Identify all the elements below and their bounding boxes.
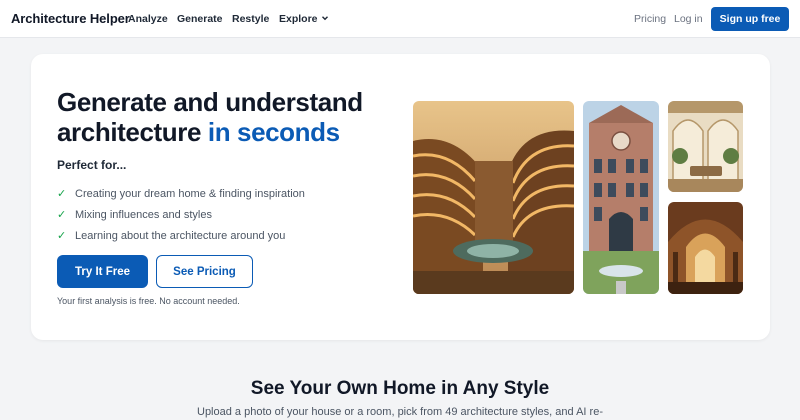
perfect-for-label: Perfect for... bbox=[57, 158, 127, 172]
hero-image-ornate-facade bbox=[583, 101, 659, 294]
nav-link-login[interactable]: Log in bbox=[674, 13, 703, 25]
see-pricing-button[interactable]: See Pricing bbox=[156, 255, 253, 288]
nav-link-analyze[interactable]: Analyze bbox=[128, 13, 168, 25]
benefit-text: Mixing influences and styles bbox=[75, 208, 212, 221]
hero-image-interior-hall bbox=[668, 101, 743, 192]
nav-link-restyle[interactable]: Restyle bbox=[232, 13, 269, 25]
free-analysis-note: Your first analysis is free. No account … bbox=[57, 296, 240, 306]
top-navbar: Architecture Helper Analyze Generate Res… bbox=[0, 0, 800, 38]
hero-headline: Generate and understand architecture in … bbox=[57, 87, 417, 147]
chevron-down-icon bbox=[321, 13, 329, 25]
section-title: See Your Own Home in Any Style bbox=[250, 378, 550, 399]
hero-card: Generate and understand architecture in … bbox=[31, 54, 770, 340]
hero-image-cathedral-interior bbox=[668, 202, 743, 294]
benefit-item: ✓ Learning about the architecture around… bbox=[57, 225, 377, 246]
brand-logo[interactable]: Architecture Helper bbox=[11, 11, 130, 26]
benefit-item: ✓ Mixing influences and styles bbox=[57, 204, 377, 225]
hero-headline-highlight: in seconds bbox=[207, 117, 340, 147]
nav-link-pricing[interactable]: Pricing bbox=[634, 13, 666, 25]
try-it-free-button[interactable]: Try It Free bbox=[57, 255, 148, 288]
section-subtitle: Upload a photo of your house or a room, … bbox=[197, 406, 603, 418]
nav-link-generate[interactable]: Generate bbox=[177, 13, 223, 25]
benefit-text: Creating your dream home & finding inspi… bbox=[75, 187, 305, 200]
checkmark-icon: ✓ bbox=[57, 209, 67, 221]
nav-link-explore[interactable]: Explore bbox=[279, 13, 329, 25]
hero-image-curved-building bbox=[413, 101, 574, 294]
checkmark-icon: ✓ bbox=[57, 188, 67, 200]
benefit-text: Learning about the architecture around y… bbox=[75, 229, 286, 242]
benefit-item: ✓ Creating your dream home & finding ins… bbox=[57, 183, 377, 204]
benefit-list: ✓ Creating your dream home & finding ins… bbox=[57, 183, 377, 246]
nav-link-explore-label: Explore bbox=[279, 13, 318, 25]
signup-button[interactable]: Sign up free bbox=[711, 7, 789, 31]
checkmark-icon: ✓ bbox=[57, 230, 67, 242]
